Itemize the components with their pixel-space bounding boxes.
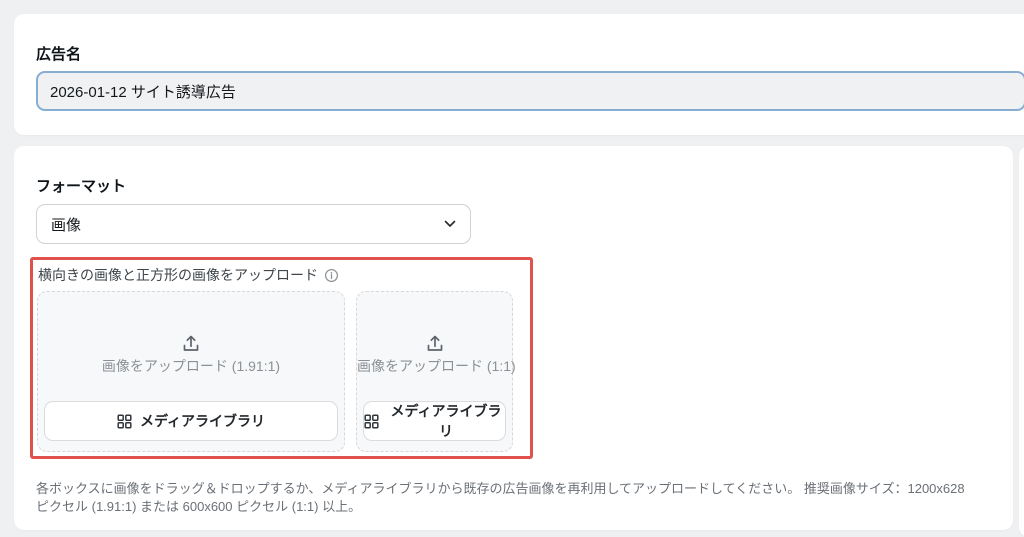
info-circle-icon[interactable]	[324, 268, 339, 283]
chevron-down-icon	[444, 220, 456, 228]
media-library-button-square[interactable]: メディアライブラリ	[363, 401, 506, 441]
upload-help-text: 各ボックスに画像をドラッグ＆ドロップするか、メディアライブラリから既存の広告画像…	[36, 480, 974, 515]
format-card: フォーマット 画像 横向きの画像と正方形の画像をアップロード 画像をアップロード…	[14, 146, 1013, 530]
ad-name-card: 広告名	[14, 14, 1024, 135]
upload-required-highlight: 横向きの画像と正方形の画像をアップロード 画像をアップロード (1.91:1) …	[30, 257, 533, 459]
upload-icon	[424, 334, 445, 353]
upload-area-label-row: 横向きの画像と正方形の画像をアップロード	[38, 265, 339, 285]
format-title: フォーマット	[36, 175, 126, 196]
media-library-grid-icon	[364, 414, 379, 429]
format-select-value: 画像	[51, 214, 81, 235]
media-library-button-landscape[interactable]: メディアライブラリ	[44, 401, 338, 441]
right-cutoff-card	[1019, 146, 1024, 537]
media-library-button-label: メディアライブラリ	[387, 401, 505, 441]
upload-icon	[181, 334, 202, 353]
upload-dropzone-square[interactable]: 画像をアップロード (1:1) メディアライブラリ	[356, 291, 513, 452]
format-select[interactable]: 画像	[36, 204, 471, 244]
media-library-grid-icon	[117, 414, 132, 429]
ad-name-input[interactable]	[36, 71, 1024, 111]
upload-hint-landscape: 画像をアップロード (1.91:1)	[38, 356, 344, 376]
upload-hint-square: 画像をアップロード (1:1)	[357, 356, 512, 376]
upload-dropzone-landscape[interactable]: 画像をアップロード (1.91:1) メディアライブラリ	[37, 291, 345, 452]
upload-area-label: 横向きの画像と正方形の画像をアップロード	[38, 265, 318, 285]
ad-name-title: 広告名	[36, 43, 81, 64]
media-library-button-label: メディアライブラリ	[140, 411, 265, 431]
